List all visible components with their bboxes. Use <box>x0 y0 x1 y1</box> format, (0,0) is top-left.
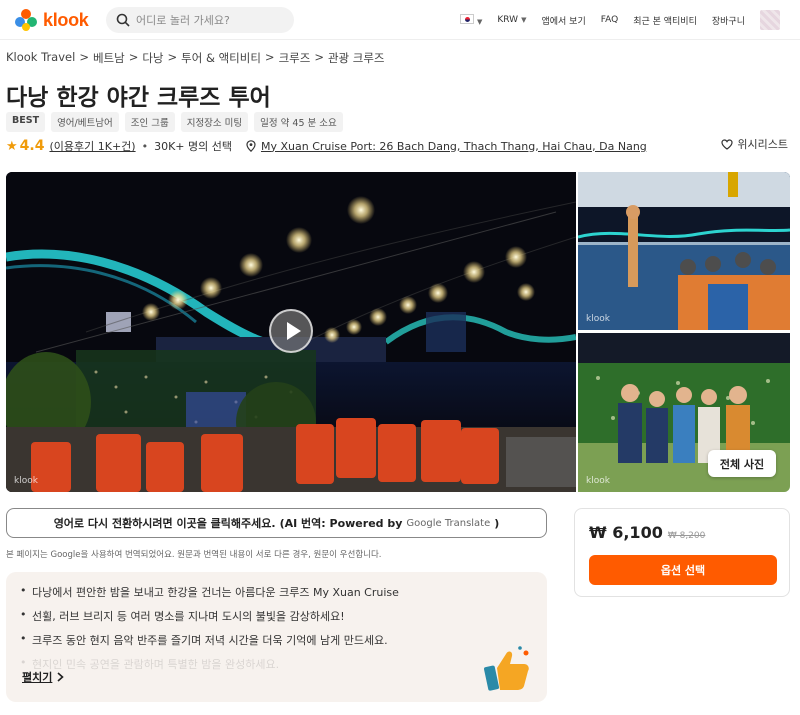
translate-text: 영어로 다시 전환하시려면 이곳을 클릭해주세요. <box>53 517 276 530</box>
current-price: ₩ 6,100 <box>589 523 663 542</box>
page-title: 다낭 한강 야간 크루즈 투어 <box>6 85 271 111</box>
breadcrumb-item[interactable]: 베트남 <box>93 50 125 66</box>
list-item: 선휠, 러브 브리지 등 여러 명소를 지나며 도시의 불빛을 감상하세요! <box>20 608 490 624</box>
nav-cart-link[interactable]: 장바구니 <box>712 14 745 27</box>
tag-best: BEST <box>6 112 46 132</box>
play-video-icon[interactable] <box>269 309 313 353</box>
boat-show-photo <box>578 172 790 330</box>
breadcrumb-item[interactable]: 크루즈 <box>279 50 311 66</box>
currency-label: KRW <box>497 15 519 25</box>
header-nav: ▼ KRW ▼ 앱에서 보기 FAQ 최근 본 액티비티 장바구니 <box>460 0 780 40</box>
reviews-link[interactable]: (이용후기 1K+건) <box>49 138 135 154</box>
search-icon <box>116 13 130 27</box>
highlights-list: 다낭에서 편안한 밤을 보내고 한강을 건너는 아름다운 크루즈 My Xuan… <box>20 584 490 680</box>
list-item: 다낭에서 편안한 밤을 보내고 한강을 건너는 아름다운 크루즈 My Xuan… <box>20 584 490 600</box>
price-card: ₩ 6,100 ₩ 8,200 옵션 선택 <box>574 508 790 597</box>
map-pin-icon <box>246 140 256 152</box>
highlights-section: 다낭에서 편안한 밤을 보내고 한강을 건너는 아름다운 크루즈 My Xuan… <box>6 572 547 702</box>
wishlist-label: 위시리스트 <box>737 138 788 151</box>
list-item: 크루즈 동안 현지 음악 반주를 즐기며 저녁 시간을 더욱 기억에 남게 만드… <box>20 632 490 648</box>
breadcrumb-separator: > <box>167 50 178 64</box>
tag-meeting: 지정장소 미팅 <box>180 112 249 132</box>
nav-recent-link[interactable]: 최근 본 액티비티 <box>633 14 697 27</box>
activity-tags: BEST 영어/베트남어 조인 그룹 지정장소 미팅 일정 약 45 분 소요 <box>6 112 343 132</box>
location-text: My Xuan Cruise Port: 26 Bach Dang, Thach… <box>260 139 647 153</box>
breadcrumb-item[interactable]: 다낭 <box>142 50 163 66</box>
rating-score: 4.4 <box>19 138 45 154</box>
chevron-down-icon: ▼ <box>477 17 483 26</box>
language-selector[interactable]: ▼ <box>460 13 483 27</box>
tag-group: 조인 그룹 <box>124 112 175 132</box>
close-paren: ) <box>494 516 500 530</box>
search-bar[interactable] <box>106 7 294 33</box>
breadcrumb-separator: > <box>314 50 324 64</box>
logo-text: klook <box>43 9 89 30</box>
top-nav-bar: klook ▼ KRW▼ 앱에서 보기 FAQ 최근 본 액티비티 장바구니 <box>0 0 800 40</box>
thumbs-up-icon <box>484 646 529 691</box>
breadcrumb-separator: > <box>79 50 89 64</box>
google-translate-logo: Google Translate <box>406 517 491 529</box>
breadcrumb-separator: > <box>264 50 275 64</box>
translation-note: 본 페이지는 Google을 사용하여 번역되었어요. 원문과 번역된 내용이 … <box>6 550 382 560</box>
original-price: ₩ 8,200 <box>667 531 706 541</box>
wishlist-button[interactable]: 위시리스트 <box>721 136 788 152</box>
breadcrumb-separator: > <box>128 50 139 64</box>
separator-dot: • <box>141 139 149 153</box>
nav-faq-link[interactable]: FAQ <box>601 15 618 25</box>
location-link[interactable]: My Xuan Cruise Port: 26 Bach Dang, Thach… <box>246 140 647 153</box>
klook-logo-icon <box>15 9 37 31</box>
breadcrumb-item[interactable]: 투어 & 액티비티 <box>181 50 261 66</box>
ai-translate-label: (AI 번역: Powered by <box>279 517 403 530</box>
list-item: 현지인 민속 공연을 관람하며 특별한 밤을 완성하세요. <box>20 656 490 672</box>
price-row: ₩ 6,100 ₩ 8,200 <box>589 523 705 542</box>
breadcrumb-item[interactable]: 관광 크루즈 <box>328 50 385 66</box>
chevron-down-icon: ▼ <box>521 16 527 24</box>
klook-logo[interactable]: klook <box>14 8 89 32</box>
expand-button[interactable]: 펼치기 <box>22 669 65 685</box>
breadcrumb-item[interactable]: Klook Travel <box>6 50 75 66</box>
gallery-photo-stage[interactable]: klook <box>578 172 790 330</box>
tag-language: 영어/베트남어 <box>51 112 119 132</box>
tag-duration: 일정 약 45 분 소요 <box>254 112 343 132</box>
klook-watermark: klook <box>586 314 610 324</box>
klook-watermark: klook <box>14 476 38 486</box>
breadcrumb: Klook Travel > 베트남 > 다낭 > 투어 & 액티비티 > 크루… <box>6 50 385 66</box>
star-icon: ★ <box>6 138 18 154</box>
search-input[interactable] <box>136 13 286 27</box>
korea-flag-icon <box>460 13 474 24</box>
chevron-right-icon <box>57 672 65 682</box>
currency-selector[interactable]: KRW ▼ <box>497 15 526 25</box>
nav-app-link[interactable]: 앱에서 보기 <box>541 14 585 27</box>
select-option-button[interactable]: 옵션 선택 <box>589 555 777 585</box>
klook-watermark: klook <box>586 476 610 486</box>
translate-toggle-bar[interactable]: 영어로 다시 전환하시려면 이곳을 클릭해주세요. (AI 번역: Powere… <box>6 508 547 538</box>
heart-icon <box>721 138 733 150</box>
booked-count: 30K+ 명의 선택 <box>154 140 232 153</box>
expand-label: 펼치기 <box>22 671 53 684</box>
view-all-photos-button[interactable]: 전체 사진 <box>708 450 776 477</box>
rating-row: ★ 4.4 (이용후기 1K+건) • 30K+ 명의 선택 My Xuan C… <box>6 136 794 156</box>
avatar[interactable] <box>760 10 780 30</box>
